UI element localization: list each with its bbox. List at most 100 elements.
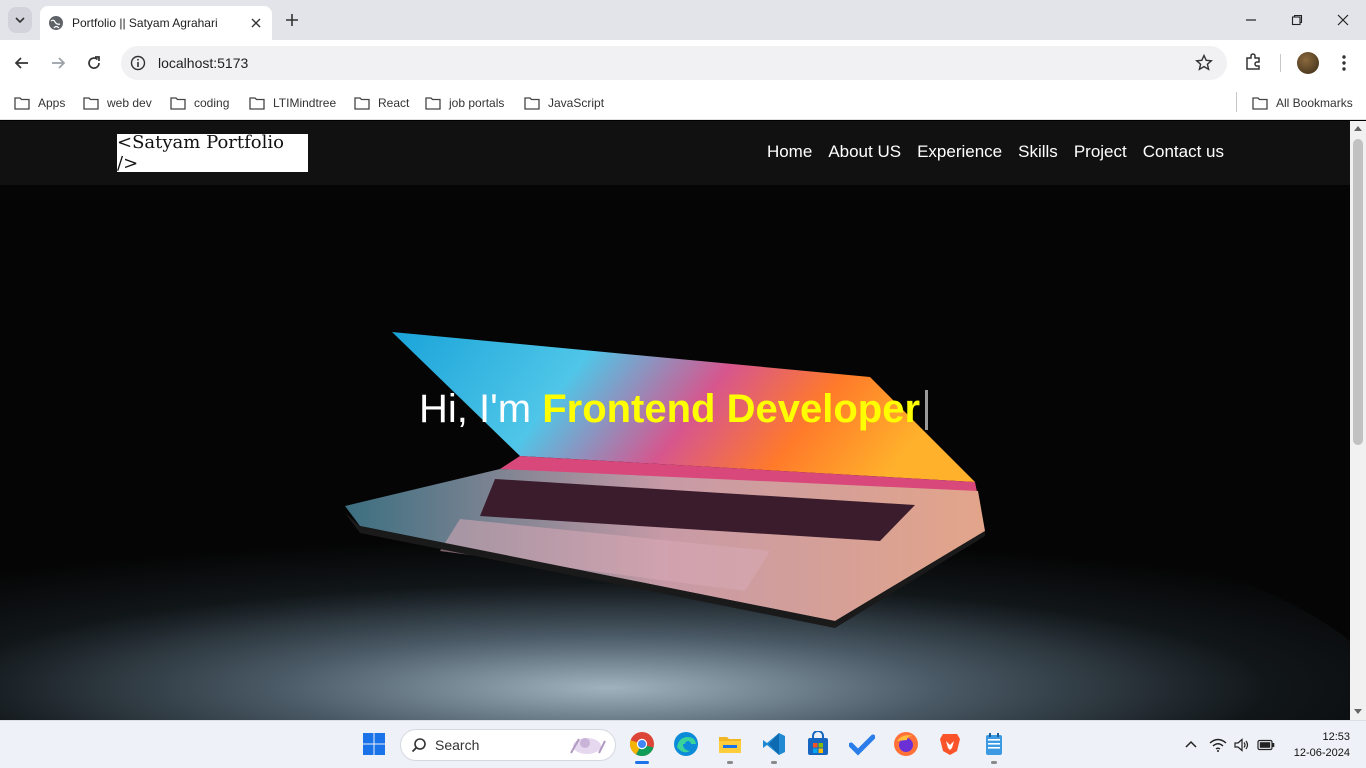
bookmark-folder-apps[interactable]: Apps: [14, 93, 65, 113]
url-text[interactable]: localhost:5173: [158, 55, 248, 71]
hero-greeting: Hi, I'm: [419, 387, 543, 431]
browser-tab-bar: Portfolio || Satyam Agrahari: [0, 0, 1366, 40]
bookmark-folder-web-dev[interactable]: web dev: [83, 93, 152, 113]
site-menu: Home About US Experience Skills Project …: [767, 142, 1224, 162]
windows-taskbar: Search 12:53 12-06-2024: [0, 720, 1366, 768]
site-info-icon[interactable]: [130, 55, 146, 71]
running-app-indicator: [727, 761, 733, 764]
chrome-icon[interactable]: [627, 729, 657, 759]
nav-link-home[interactable]: Home: [767, 142, 812, 162]
chevron-down-icon: [15, 17, 25, 24]
site-logo[interactable]: <Satyam Portfolio />: [117, 132, 308, 174]
taskbar-search-box[interactable]: Search: [400, 729, 616, 761]
nav-link-contact[interactable]: Contact us: [1143, 142, 1224, 162]
folder-icon: [524, 97, 540, 110]
minimize-button[interactable]: [1228, 0, 1274, 40]
active-app-indicator: [635, 761, 649, 764]
folder-icon: [83, 97, 99, 110]
bookmark-label: React: [378, 96, 410, 110]
folder-icon: [14, 97, 30, 110]
todo-icon[interactable]: [847, 729, 877, 759]
bookmark-label: coding: [194, 96, 230, 110]
bookmark-star-icon[interactable]: [1195, 54, 1213, 72]
firefox-icon[interactable]: [891, 729, 921, 759]
file-explorer-icon[interactable]: [715, 729, 745, 759]
bookmark-folder-ltimindtree[interactable]: LTIMindtree: [249, 93, 336, 113]
minimize-icon: [1246, 19, 1256, 21]
new-tab-button[interactable]: [282, 10, 302, 30]
folder-icon: [170, 97, 186, 110]
scroll-down-icon[interactable]: [1354, 707, 1362, 715]
browser-tab-active[interactable]: Portfolio || Satyam Agrahari: [40, 6, 272, 40]
bookmarks-bar: Apps web dev coding LTIMindtree React jo…: [0, 86, 1366, 120]
vscode-icon[interactable]: [759, 729, 789, 759]
arrow-right-icon: [52, 57, 66, 69]
folder-icon: [1252, 97, 1268, 110]
site-navbar: <Satyam Portfolio /> Home About US Exper…: [0, 121, 1350, 185]
reload-icon: [88, 56, 100, 69]
restore-icon: [1291, 14, 1303, 26]
close-window-button[interactable]: [1320, 0, 1366, 40]
more-vertical-icon: [1342, 55, 1346, 71]
back-button[interactable]: [8, 49, 36, 77]
folder-icon: [425, 97, 441, 110]
notepad-icon[interactable]: [979, 729, 1009, 759]
bookmark-label: JavaScript: [548, 96, 605, 110]
volume-icon[interactable]: [1233, 736, 1251, 754]
bookmark-label: LTIMindtree: [273, 96, 337, 110]
profile-avatar[interactable]: [1297, 52, 1319, 74]
battery-icon[interactable]: [1257, 736, 1275, 754]
edge-icon[interactable]: [671, 729, 701, 759]
arrow-left-icon: [14, 57, 28, 69]
restore-button[interactable]: [1274, 0, 1320, 40]
brave-icon[interactable]: [935, 729, 965, 759]
search-highlight-icon: [570, 738, 606, 754]
tab-search-button[interactable]: [8, 7, 32, 33]
windows-start-icon[interactable]: [359, 729, 389, 759]
nav-link-about[interactable]: About US: [828, 142, 901, 162]
address-bar[interactable]: localhost:5173: [121, 46, 1227, 80]
hero-headline: Hi, I'm Frontend Developer: [419, 387, 929, 432]
bookmark-label: Apps: [38, 96, 66, 110]
running-app-indicator: [991, 761, 997, 764]
extensions-icon[interactable]: [1243, 52, 1265, 74]
close-tab-icon[interactable]: [248, 15, 264, 31]
wifi-icon[interactable]: [1209, 736, 1227, 754]
bookmark-label: job portals: [449, 96, 505, 110]
close-icon: [1337, 14, 1349, 26]
folder-icon: [249, 97, 265, 110]
scroll-up-icon[interactable]: [1354, 125, 1362, 133]
bookmarks-divider: [1236, 92, 1237, 112]
bookmark-folder-job-portals[interactable]: job portals: [425, 93, 504, 113]
page-scrollbar[interactable]: [1350, 121, 1366, 720]
scrollbar-thumb[interactable]: [1353, 139, 1363, 445]
search-icon: [411, 738, 426, 753]
nav-link-project[interactable]: Project: [1074, 142, 1127, 162]
chevron-up-icon[interactable]: [1182, 736, 1200, 754]
nav-link-experience[interactable]: Experience: [917, 142, 1002, 162]
all-bookmarks-label: All Bookmarks: [1276, 96, 1353, 110]
taskbar-search-label: Search: [435, 737, 480, 753]
bookmark-folder-coding[interactable]: coding: [170, 93, 229, 113]
portfolio-page: <Satyam Portfolio /> Home About US Exper…: [0, 121, 1350, 720]
reload-button[interactable]: [80, 49, 108, 77]
microsoft-store-icon[interactable]: [803, 729, 833, 759]
plus-icon: [286, 14, 298, 26]
nav-link-skills[interactable]: Skills: [1018, 142, 1058, 162]
bookmark-folder-react[interactable]: React: [354, 93, 409, 113]
tab-title: Portfolio || Satyam Agrahari: [72, 16, 218, 30]
clock-time: 12:53: [1322, 731, 1350, 743]
globe-icon: [48, 15, 64, 31]
hero-role-typed: Frontend Developer: [542, 387, 921, 431]
folder-icon: [354, 97, 370, 110]
toolbar-divider: [1280, 54, 1281, 72]
typing-cursor: [925, 389, 929, 430]
bookmark-label: web dev: [107, 96, 152, 110]
all-bookmarks-button[interactable]: All Bookmarks: [1252, 93, 1353, 113]
browser-menu-button[interactable]: [1334, 53, 1354, 73]
system-clock[interactable]: 12:53 12-06-2024: [1294, 729, 1350, 761]
bookmark-folder-javascript[interactable]: JavaScript: [524, 93, 604, 113]
running-app-indicator: [771, 761, 777, 764]
clock-date: 12-06-2024: [1293, 747, 1350, 759]
forward-button[interactable]: [44, 49, 72, 77]
